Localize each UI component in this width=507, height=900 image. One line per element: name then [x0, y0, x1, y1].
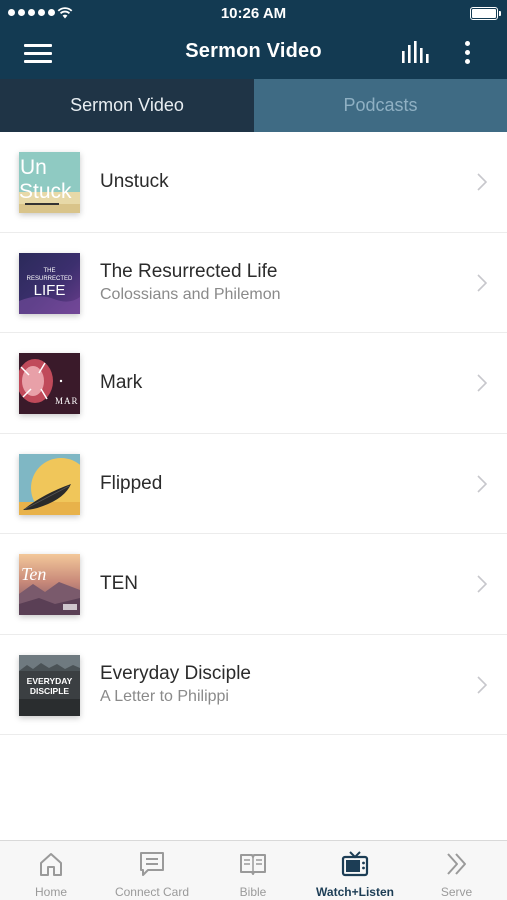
- chevron-right-icon: [477, 474, 487, 493]
- tab-home-label: Home: [34, 885, 67, 899]
- list-item-text: Unstuck: [100, 132, 457, 232]
- list-item[interactable]: Flipped: [0, 434, 507, 534]
- svg-text:EVERYDAY: EVERYDAY: [27, 676, 73, 686]
- tab-watch-listen-label: Watch+Listen: [316, 885, 394, 899]
- tab-home[interactable]: Home: [0, 841, 102, 900]
- segment-tabs: Sermon Video Podcasts: [0, 79, 507, 132]
- svg-text:LIFE: LIFE: [34, 282, 66, 299]
- svg-text:Un: Un: [20, 156, 47, 179]
- series-thumbnail-mark: MAR: [19, 353, 80, 414]
- svg-text:Stuck: Stuck: [19, 180, 72, 203]
- tab-sermon-video[interactable]: Sermon Video: [0, 79, 254, 132]
- svg-text:Ten: Ten: [21, 564, 46, 584]
- series-thumbnail-unstuck: Un Stuck: [19, 152, 80, 213]
- list-item-title: Mark: [100, 372, 143, 393]
- list-item-title: Unstuck: [100, 171, 169, 192]
- list-item-text: The Resurrected Life Colossians and Phil…: [100, 233, 457, 333]
- series-thumbnail-flipped: [19, 453, 80, 515]
- list-item[interactable]: Ten TEN: [0, 534, 507, 635]
- list-item-text: TEN: [100, 534, 457, 634]
- list-item-subtitle: A Letter to Philippi: [100, 687, 229, 705]
- list-item[interactable]: MAR Mark: [0, 333, 507, 434]
- list-item-title: Flipped: [100, 472, 163, 494]
- tab-connect-card[interactable]: Connect Card: [102, 841, 202, 900]
- chevron-right-icon: [477, 374, 487, 392]
- list-item-title: TEN: [100, 573, 138, 594]
- tv-icon: [341, 851, 369, 877]
- tab-bible-label: Bible: [239, 885, 267, 899]
- svg-text:MAR: MAR: [55, 396, 79, 406]
- list-item-subtitle: Colossians and Philemon: [100, 285, 281, 303]
- home-icon: [40, 853, 62, 876]
- status-bar: 10:26 AM: [0, 0, 507, 27]
- chevron-right-icon: [477, 273, 487, 292]
- svg-text:DISCIPLE: DISCIPLE: [30, 686, 70, 696]
- battery-icon: [470, 7, 501, 20]
- bottom-tab-bar: Home Connect Card Bible Watch+Listen Ser…: [0, 840, 507, 900]
- series-list: Un Stuck Unstuck THE RESURRECTED LIFE Th…: [0, 132, 507, 735]
- series-thumbnail-everyday-disciple: EVERYDAY DISCIPLE: [19, 654, 80, 716]
- svg-text:THE: THE: [44, 268, 56, 274]
- connect-card-icon: [140, 852, 164, 876]
- tab-bible[interactable]: Bible: [202, 841, 304, 900]
- chevron-right-icon: [477, 173, 487, 191]
- series-thumbnail-ten: Ten: [19, 554, 80, 615]
- list-item[interactable]: EVERYDAY DISCIPLE Everyday Disciple A Le…: [0, 635, 507, 735]
- tab-connect-card-label: Connect Card: [114, 885, 190, 899]
- chevron-right-icon: [477, 575, 487, 593]
- list-item-text: Everyday Disciple A Letter to Philippi: [100, 635, 457, 735]
- tab-serve[interactable]: Serve: [406, 841, 507, 900]
- chevron-right-icon: [477, 675, 487, 694]
- list-item-title: The Resurrected Life: [100, 260, 278, 282]
- more-vertical-icon[interactable]: [458, 39, 478, 67]
- series-thumbnail-resurrected-life: THE RESURRECTED LIFE: [19, 252, 80, 314]
- list-item-text: Flipped: [100, 434, 457, 534]
- status-time: 10:26 AM: [220, 5, 287, 22]
- audio-bars-icon[interactable]: [399, 41, 431, 65]
- list-item-text: Mark: [100, 333, 457, 433]
- list-item[interactable]: Un Stuck Unstuck: [0, 132, 507, 233]
- bible-icon: [240, 854, 266, 875]
- tab-podcasts[interactable]: Podcasts: [254, 79, 507, 132]
- tab-watch-listen[interactable]: Watch+Listen: [304, 841, 406, 900]
- tab-serve-label: Serve: [440, 885, 473, 899]
- nav-bar: Sermon Video: [0, 27, 507, 79]
- list-item[interactable]: THE RESURRECTED LIFE The Resurrected Lif…: [0, 233, 507, 333]
- double-chevron-icon: [446, 853, 466, 875]
- list-item-title: Everyday Disciple: [100, 662, 251, 684]
